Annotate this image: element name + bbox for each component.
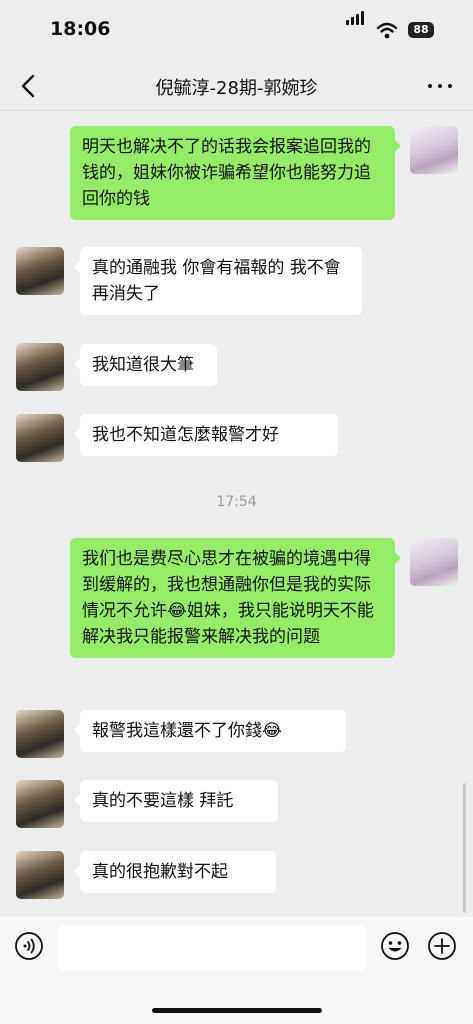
scrollbar[interactable]	[463, 783, 466, 913]
message-bubble-outgoing[interactable]: 我们也是费尽心思才在被骗的境遇中得到缓解的，我也想通融你但是我的实际情况不允许😂…	[70, 538, 401, 658]
message-bubble-outgoing[interactable]: 明天也解决不了的话我会报案追回我的钱的，姐妹你被诈骗希望你也能努力追回你的钱	[70, 126, 401, 220]
avatar-self[interactable]	[410, 126, 458, 174]
message-bubble-incoming[interactable]: 真的不要這樣 拜託	[74, 780, 278, 822]
avatar-contact[interactable]	[16, 851, 64, 899]
avatar-contact[interactable]	[16, 710, 64, 758]
status-bar: 18:06 88	[0, 0, 473, 62]
avatar-contact[interactable]	[16, 780, 64, 828]
avatar-self[interactable]	[410, 538, 458, 586]
avatar-contact[interactable]	[16, 247, 64, 295]
avatar-contact[interactable]	[16, 414, 64, 462]
message-bubble-incoming[interactable]: 真的通融我 你會有福報的 我不會再消失了	[74, 247, 362, 315]
input-bar	[0, 917, 473, 1024]
message-bubble-incoming[interactable]: 真的很抱歉對不起	[74, 851, 276, 893]
emoji-icon[interactable]	[380, 931, 410, 961]
chat-title: 倪毓淳-28期-郭婉珍	[155, 78, 318, 99]
message-input[interactable]	[58, 925, 366, 971]
chat-timestamp: 17:54	[216, 494, 257, 510]
battery-icon: 88	[408, 22, 434, 38]
wifi-icon	[376, 22, 398, 39]
plus-icon[interactable]	[427, 931, 457, 961]
voice-icon[interactable]	[14, 931, 44, 961]
more-dots-icon[interactable]	[425, 74, 455, 98]
status-time: 18:06	[50, 18, 111, 40]
avatar-contact[interactable]	[16, 343, 64, 391]
chat-header: 倪毓淳-28期-郭婉珍	[0, 62, 473, 111]
home-indicator	[152, 1008, 322, 1013]
message-bubble-incoming[interactable]: 我也不知道怎麼報警才好	[74, 414, 338, 456]
message-bubble-incoming[interactable]: 我知道很大筆	[74, 344, 217, 386]
message-bubble-incoming[interactable]: 報警我這樣還不了你錢😂	[74, 710, 346, 752]
